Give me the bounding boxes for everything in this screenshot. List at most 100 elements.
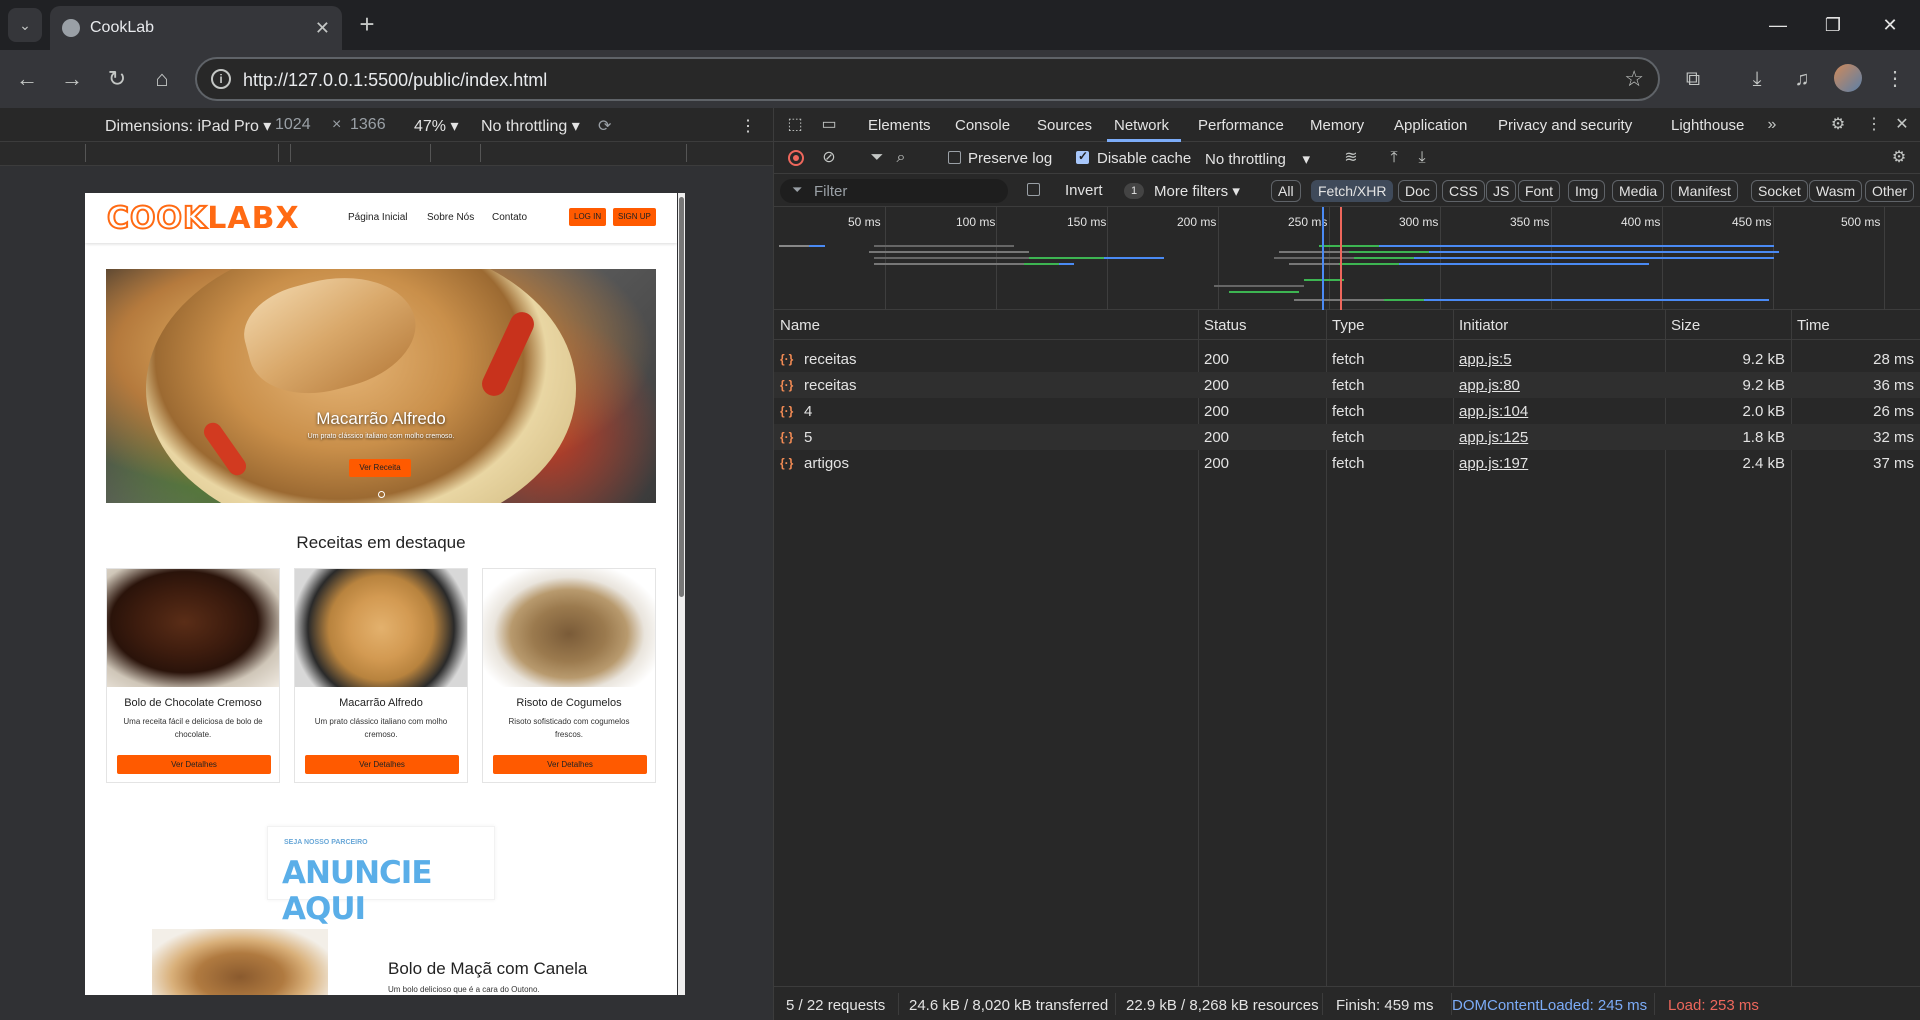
close-icon[interactable]: ✕ (315, 18, 330, 39)
details-button[interactable]: Ver Detalhes (305, 755, 459, 774)
record-stop-icon[interactable] (788, 150, 804, 166)
device-toggle-icon[interactable]: ▭ (818, 114, 840, 136)
avatar[interactable] (1834, 64, 1862, 92)
tab-memory[interactable]: Memory (1310, 117, 1364, 134)
request-initiator[interactable]: app.js:5 (1459, 351, 1512, 368)
type-filter-manifest[interactable]: Manifest (1671, 180, 1738, 202)
type-filter-doc[interactable]: Doc (1398, 180, 1437, 202)
media-icon[interactable]: ♫ (1787, 64, 1817, 94)
restore-button[interactable]: ❐ (1813, 10, 1853, 40)
viewport-scrollbar[interactable] (678, 193, 685, 995)
rotate-icon[interactable]: ⟳ (598, 116, 611, 136)
home-button[interactable]: ⌂ (147, 64, 177, 94)
forward-button[interactable]: → (57, 64, 87, 94)
import-har-icon[interactable]: ⤒ (1383, 147, 1405, 169)
more-options-icon[interactable]: ⋮ (740, 116, 756, 136)
request-row[interactable]: {·} receitas 200 fetch app.js:80 9.2 kB … (774, 372, 1920, 398)
login-button[interactable]: LOG IN (569, 208, 607, 226)
invert-checkbox[interactable] (1027, 183, 1040, 196)
type-filter-all[interactable]: All (1271, 180, 1301, 202)
zoom-select[interactable]: 47% ▾ (414, 116, 459, 136)
col-type[interactable]: Type (1332, 317, 1365, 334)
info-icon[interactable]: i (211, 69, 231, 89)
request-initiator[interactable]: app.js:197 (1459, 455, 1528, 472)
tab-elements[interactable]: Elements (868, 117, 931, 134)
dimensions-select[interactable]: Dimensions: iPad Pro ▾ (105, 116, 271, 136)
width-input[interactable]: 1024 (275, 116, 311, 134)
network-overview[interactable]: 50 ms 100 ms 150 ms 200 ms 250 ms 300 ms… (774, 207, 1920, 310)
address-bar[interactable]: i http://127.0.0.1:5500/public/index.htm… (195, 57, 1660, 101)
col-status[interactable]: Status (1204, 317, 1247, 334)
request-row[interactable]: {·} 5 200 fetch app.js:125 1.8 kB 32 ms (774, 424, 1920, 450)
settings-gear-icon[interactable]: ⚙ (1827, 114, 1849, 136)
type-filter-js[interactable]: JS (1486, 180, 1517, 202)
nav-contact[interactable]: Contato (492, 212, 527, 223)
tab-application[interactable]: Application (1394, 117, 1467, 134)
type-filter-socket[interactable]: Socket (1751, 180, 1808, 202)
reload-button[interactable]: ↻ (102, 64, 132, 94)
url-text[interactable]: http://127.0.0.1:5500/public/index.html (243, 70, 547, 91)
minimize-button[interactable]: — (1758, 10, 1798, 40)
type-filter-media[interactable]: Media (1612, 180, 1665, 202)
signup-button[interactable]: SIGN UP (613, 208, 656, 226)
type-filter-wasm[interactable]: Wasm (1809, 180, 1863, 202)
browser-tab[interactable]: CookLab ✕ (50, 6, 342, 50)
col-name[interactable]: Name (780, 317, 820, 334)
request-row[interactable]: {·} receitas 200 fetch app.js:5 9.2 kB 2… (774, 346, 1920, 372)
tab-network[interactable]: Network (1114, 117, 1169, 134)
menu-icon[interactable]: ⋮ (1880, 64, 1910, 94)
tab-console[interactable]: Console (955, 117, 1010, 134)
type-filter-font[interactable]: Font (1518, 180, 1561, 202)
cooklab-logo[interactable]: COOKLABX (106, 200, 300, 237)
close-window-button[interactable]: ✕ (1870, 10, 1910, 40)
inspect-icon[interactable]: ⬚ (784, 114, 806, 136)
clear-icon[interactable]: ⊘ (818, 147, 840, 169)
type-filter-css[interactable]: CSS (1442, 180, 1485, 202)
preserve-log-checkbox[interactable] (948, 151, 961, 164)
request-initiator[interactable]: app.js:104 (1459, 403, 1528, 420)
hero-button[interactable]: Ver Receita (349, 459, 411, 477)
col-time[interactable]: Time (1797, 317, 1830, 334)
more-tabs-icon[interactable]: » (1761, 114, 1783, 136)
search-icon[interactable]: ⌕ (890, 147, 912, 169)
export-har-icon[interactable]: ⤓ (1411, 147, 1433, 169)
nav-home[interactable]: Página Inicial (348, 212, 407, 223)
throttling-select[interactable]: No throttling ▾ (481, 116, 580, 136)
request-initiator[interactable]: app.js:80 (1459, 377, 1520, 394)
details-button[interactable]: Ver Detalhes (117, 755, 271, 774)
more-filters-button[interactable]: More filters ▾ (1154, 182, 1240, 200)
tab-sources[interactable]: Sources (1037, 117, 1092, 134)
bookmark-star-icon[interactable]: ☆ (1624, 66, 1644, 92)
new-tab-button[interactable]: + (352, 10, 382, 40)
nav-about[interactable]: Sobre Nós (427, 212, 474, 223)
network-settings-icon[interactable]: ⚙ (1888, 147, 1910, 169)
extensions-icon[interactable]: ⧉ (1678, 64, 1708, 94)
request-status: 200 (1204, 377, 1230, 394)
ad-banner[interactable]: SEJA NOSSO PARCEIRO ANUNCIE AQUI (267, 826, 495, 927)
request-initiator[interactable]: app.js:125 (1459, 429, 1528, 446)
filter-funnel-icon[interactable]: ⏷ (866, 147, 888, 169)
tab-search-button[interactable]: ⌄ (8, 8, 42, 42)
tab-performance[interactable]: Performance (1198, 117, 1284, 134)
details-button[interactable]: Ver Detalhes (493, 755, 647, 774)
tab-privacy[interactable]: Privacy and security (1498, 117, 1632, 134)
tab-lighthouse[interactable]: Lighthouse (1671, 117, 1744, 134)
back-button[interactable]: ← (12, 64, 42, 94)
close-devtools-icon[interactable]: ✕ (1891, 114, 1913, 136)
type-filter-fetch-xhr[interactable]: Fetch/XHR (1311, 180, 1394, 202)
download-icon[interactable]: ⤓ (1742, 64, 1772, 94)
request-row[interactable]: {·} 4 200 fetch app.js:104 2.0 kB 26 ms (774, 398, 1920, 424)
type-filter-other[interactable]: Other (1865, 180, 1915, 202)
devtools-menu-icon[interactable]: ⋮ (1863, 114, 1885, 136)
col-initiator[interactable]: Initiator (1459, 317, 1508, 334)
col-size[interactable]: Size (1671, 317, 1700, 334)
network-throttling-select[interactable]: No throttling ▾ (1205, 150, 1310, 168)
request-row[interactable]: {·} artigos 200 fetch app.js:197 2.4 kB … (774, 450, 1920, 476)
scrollbar-thumb[interactable] (679, 197, 684, 597)
disable-cache-checkbox[interactable] (1076, 149, 1089, 164)
wifi-settings-icon[interactable]: ≋ (1340, 147, 1362, 169)
filter-input[interactable]: ⏷ Filter (780, 179, 1008, 203)
carousel-dot[interactable] (378, 491, 385, 498)
height-input[interactable]: 1366 (350, 116, 386, 134)
type-filter-img[interactable]: Img (1568, 180, 1606, 202)
